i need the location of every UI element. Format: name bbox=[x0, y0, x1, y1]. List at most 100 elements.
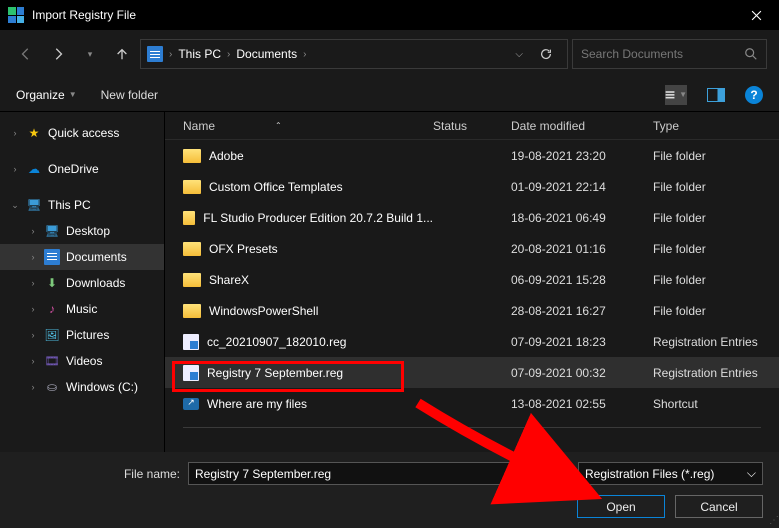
file-type: File folder bbox=[653, 211, 779, 225]
filename-value: Registry 7 September.reg bbox=[195, 467, 331, 481]
preview-pane-button[interactable] bbox=[705, 85, 727, 105]
file-name: WindowsPowerShell bbox=[209, 304, 318, 318]
table-row[interactable]: WindowsPowerShell28-08-2021 16:27File fo… bbox=[165, 295, 779, 326]
chevron-down-icon: ▼ bbox=[69, 90, 77, 99]
dialog-body: › ★ Quick access › ☁ OneDrive ⌄ 🖥 This P… bbox=[0, 112, 779, 452]
sidebar-item-music[interactable]: › ♪ Music bbox=[0, 296, 164, 322]
chevron-right-icon: › bbox=[10, 128, 20, 138]
sidebar-item-this-pc[interactable]: ⌄ 🖥 This PC bbox=[0, 192, 164, 218]
file-type: File folder bbox=[653, 242, 779, 256]
search-icon bbox=[744, 47, 758, 61]
shortcut-icon bbox=[183, 398, 199, 410]
rows-separator bbox=[183, 427, 761, 428]
preview-pane-icon bbox=[707, 88, 725, 102]
nav-history-button[interactable]: ▾ bbox=[76, 40, 104, 68]
help-button[interactable]: ? bbox=[745, 86, 763, 104]
table-row[interactable]: Where are my files13-08-2021 02:55Shortc… bbox=[165, 388, 779, 419]
table-row[interactable]: cc_20210907_182010.reg07-09-2021 18:23Re… bbox=[165, 326, 779, 357]
breadcrumb-root[interactable]: This PC bbox=[178, 47, 221, 61]
column-headers: Name⌃ Status Date modified Type bbox=[165, 112, 779, 140]
chevron-down-icon[interactable]: ⌵ bbox=[515, 49, 523, 60]
help-icon: ? bbox=[750, 88, 757, 102]
sidebar-item-label: Pictures bbox=[66, 328, 109, 342]
desktop-icon: 🖥 bbox=[44, 223, 60, 239]
file-type-filter[interactable]: Registration Files (*.reg) ⌵ bbox=[578, 462, 763, 485]
chevron-right-icon: › bbox=[303, 49, 306, 60]
file-type: Registration Entries bbox=[653, 366, 779, 380]
resize-grip[interactable]: ⋰ bbox=[769, 515, 777, 526]
organize-button[interactable]: Organize▼ bbox=[16, 88, 77, 102]
arrow-left-icon bbox=[19, 47, 33, 61]
sidebar-item-windows-c[interactable]: › ⛀ Windows (C:) bbox=[0, 374, 164, 400]
file-name: FL Studio Producer Edition 20.7.2 Build … bbox=[203, 211, 433, 225]
new-folder-button[interactable]: New folder bbox=[101, 88, 158, 102]
table-row[interactable]: Adobe19-08-2021 23:20File folder bbox=[165, 140, 779, 171]
documents-icon bbox=[44, 249, 60, 265]
file-name: Adobe bbox=[209, 149, 244, 163]
sidebar-item-onedrive[interactable]: › ☁ OneDrive bbox=[0, 156, 164, 182]
file-date: 07-09-2021 18:23 bbox=[511, 335, 653, 349]
col-date[interactable]: Date modified bbox=[511, 119, 653, 133]
sidebar-item-label: Music bbox=[66, 302, 97, 316]
col-status[interactable]: Status bbox=[433, 119, 511, 133]
chevron-down-icon: ⌵ bbox=[747, 466, 756, 481]
sidebar-item-label: OneDrive bbox=[48, 162, 99, 176]
open-button[interactable]: Open bbox=[577, 495, 665, 518]
file-type: File folder bbox=[653, 180, 779, 194]
file-date: 13-08-2021 02:55 bbox=[511, 397, 653, 411]
app-icon bbox=[8, 7, 24, 23]
sidebar-item-label: Desktop bbox=[66, 224, 110, 238]
chevron-right-icon: › bbox=[10, 164, 20, 174]
sidebar-item-label: Videos bbox=[66, 354, 102, 368]
col-type[interactable]: Type bbox=[653, 119, 779, 133]
sort-asc-icon: ⌃ bbox=[275, 121, 282, 130]
sidebar-item-pictures[interactable]: › 🖼 Pictures bbox=[0, 322, 164, 348]
view-details-button[interactable]: ▼ bbox=[665, 85, 687, 105]
sidebar-item-label: Documents bbox=[66, 250, 127, 264]
file-type: File folder bbox=[653, 273, 779, 287]
breadcrumb-folder[interactable]: Documents bbox=[236, 47, 297, 61]
documents-icon bbox=[147, 46, 163, 62]
file-type: File folder bbox=[653, 304, 779, 318]
title-bar: Import Registry File bbox=[0, 0, 779, 30]
sidebar-item-videos[interactable]: › 🎞 Videos bbox=[0, 348, 164, 374]
chevron-down-icon[interactable]: ⌵ bbox=[556, 468, 563, 479]
breadcrumb[interactable]: › This PC › Documents › ⌵ bbox=[140, 39, 568, 69]
sidebar-item-quick-access[interactable]: › ★ Quick access bbox=[0, 120, 164, 146]
search-input[interactable] bbox=[581, 47, 736, 61]
filename-label: File name: bbox=[0, 467, 180, 481]
refresh-icon[interactable] bbox=[539, 47, 553, 61]
file-list: Name⌃ Status Date modified Type Adobe19-… bbox=[165, 112, 779, 452]
chevron-right-icon: › bbox=[227, 49, 230, 60]
nav-forward-button[interactable] bbox=[44, 40, 72, 68]
table-row[interactable]: OFX Presets20-08-2021 01:16File folder bbox=[165, 233, 779, 264]
sidebar-item-desktop[interactable]: › 🖥 Desktop bbox=[0, 218, 164, 244]
cancel-button[interactable]: Cancel bbox=[675, 495, 763, 518]
col-name[interactable]: Name⌃ bbox=[183, 119, 433, 133]
sidebar-item-label: Downloads bbox=[66, 276, 125, 290]
table-row[interactable]: Registry 7 September.reg07-09-2021 00:32… bbox=[165, 357, 779, 388]
nav-up-button[interactable] bbox=[108, 40, 136, 68]
close-button[interactable] bbox=[733, 0, 779, 30]
file-date: 06-09-2021 15:28 bbox=[511, 273, 653, 287]
nav-back-button[interactable] bbox=[12, 40, 40, 68]
sidebar-item-label: Quick access bbox=[48, 126, 119, 140]
table-row[interactable]: FL Studio Producer Edition 20.7.2 Build … bbox=[165, 202, 779, 233]
sidebar-item-downloads[interactable]: › ⬇ Downloads bbox=[0, 270, 164, 296]
folder-icon bbox=[183, 211, 195, 225]
chevron-down-icon: ⌄ bbox=[10, 200, 20, 211]
chevron-right-icon: › bbox=[28, 356, 38, 366]
file-type: Registration Entries bbox=[653, 335, 779, 349]
chevron-right-icon: › bbox=[169, 49, 172, 60]
sidebar-item-documents[interactable]: › Documents bbox=[0, 244, 164, 270]
disk-icon: ⛀ bbox=[44, 379, 60, 395]
filename-input[interactable]: Registry 7 September.reg ⌵ bbox=[188, 462, 570, 485]
file-name: Custom Office Templates bbox=[209, 180, 343, 194]
table-row[interactable]: ShareX 06-09-2021 15:28File folder bbox=[165, 264, 779, 295]
search-box[interactable] bbox=[572, 39, 767, 69]
window-title: Import Registry File bbox=[32, 8, 136, 22]
reg-file-icon bbox=[183, 365, 199, 381]
chevron-down-icon: ▾ bbox=[88, 49, 93, 60]
table-row[interactable]: Custom Office Templates01-09-2021 22:14F… bbox=[165, 171, 779, 202]
file-name: ShareX bbox=[209, 273, 249, 287]
